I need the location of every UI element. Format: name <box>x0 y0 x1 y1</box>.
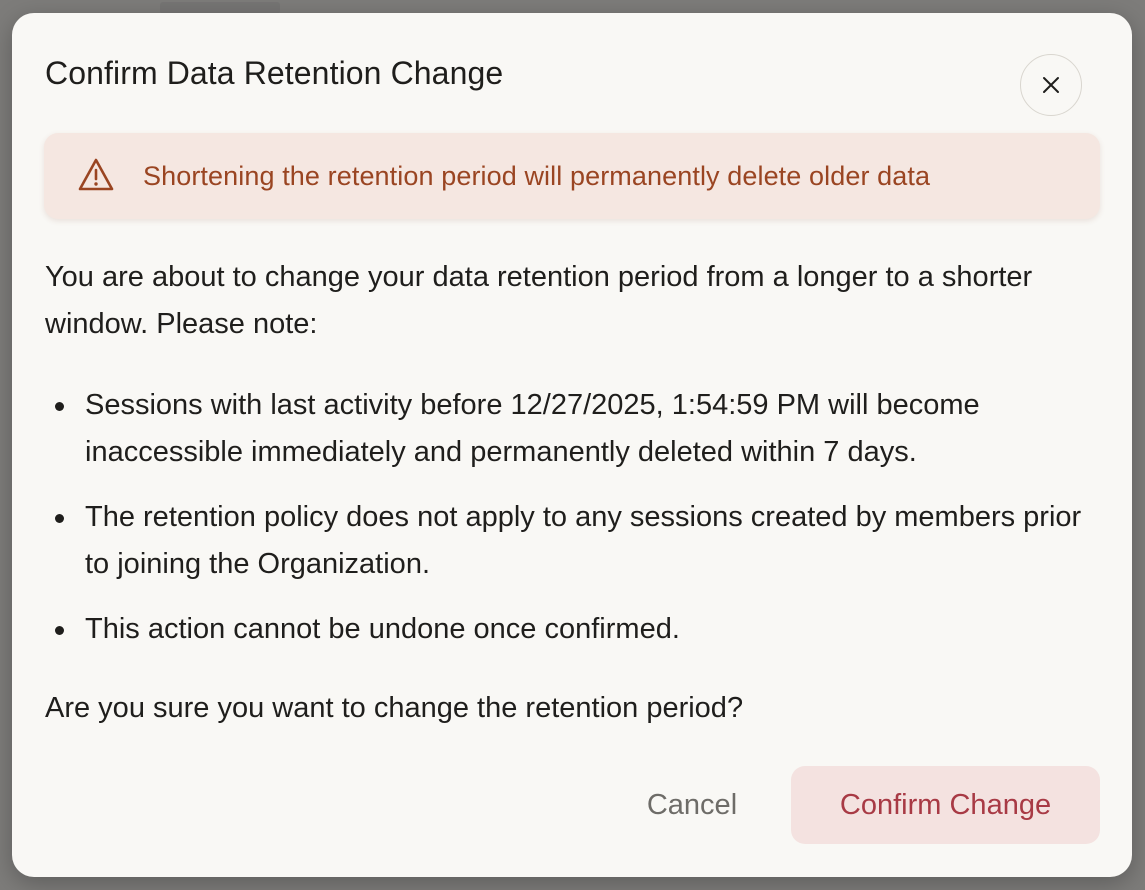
confirmation-question: Are you sure you want to change the rete… <box>45 692 744 724</box>
bullet-icon <box>55 402 64 411</box>
list-item: The retention policy does not apply to a… <box>45 494 1105 588</box>
notes-list: Sessions with last activity before 12/27… <box>45 382 1105 671</box>
bullet-icon <box>55 514 64 523</box>
confirm-change-button[interactable]: Confirm Change <box>791 766 1100 844</box>
warning-triangle-icon <box>78 158 114 191</box>
list-item: This action cannot be undone once confir… <box>45 606 1105 653</box>
cancel-button[interactable]: Cancel <box>612 766 772 844</box>
bullet-icon <box>55 626 64 635</box>
warning-text: Shortening the retention period will per… <box>143 160 931 191</box>
warning-banner: Shortening the retention period will per… <box>44 133 1100 219</box>
intro-text: You are about to change your data retent… <box>45 261 1033 340</box>
dialog-title: Confirm Data Retention Change <box>45 55 504 91</box>
confirm-retention-dialog: Confirm Data Retention Change Shortening… <box>12 13 1132 877</box>
list-item-text: Sessions with last activity before 12/27… <box>85 389 980 468</box>
list-item-text: The retention policy does not apply to a… <box>85 501 1082 580</box>
close-button[interactable] <box>1020 54 1082 116</box>
list-item: Sessions with last activity before 12/27… <box>45 382 1105 476</box>
list-item-text: This action cannot be undone once confir… <box>85 613 680 645</box>
close-icon <box>1043 77 1059 93</box>
